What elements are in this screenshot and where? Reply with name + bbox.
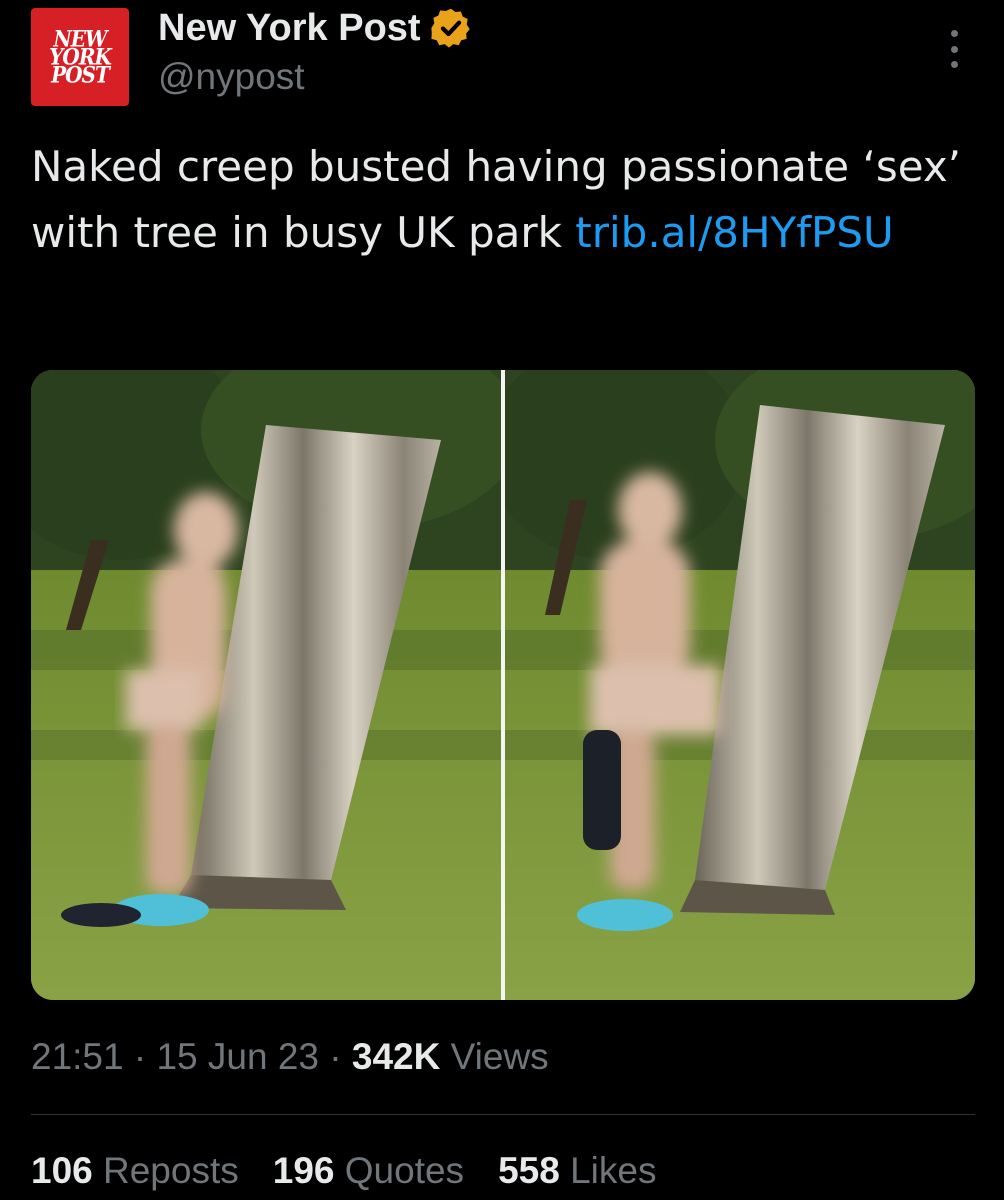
author-handle[interactable]: @nypost [158, 56, 305, 98]
author-display-name[interactable]: New York Post [158, 6, 473, 50]
reposts-count: 106 [31, 1150, 93, 1191]
divider [31, 1114, 975, 1115]
tweet-text: Naked creep busted having passionate ‘se… [31, 134, 971, 266]
likes-stat[interactable]: 558 Likes [498, 1150, 656, 1192]
reposts-label: Reposts [92, 1150, 239, 1191]
meta-separator: · [319, 1036, 352, 1077]
tweet-link[interactable]: trib.al/8HYfPSU [575, 208, 893, 257]
tweet-meta: 21:51 · 15 Jun 23 · 342K Views [31, 1036, 549, 1078]
photo-right[interactable] [485, 370, 975, 1000]
photo-left[interactable] [31, 370, 521, 1000]
tweet-time[interactable]: 21:51 [31, 1036, 124, 1077]
meta-separator: · [123, 1036, 157, 1077]
author-name-text: New York Post [158, 6, 421, 49]
avatar[interactable]: NEW YORK POST [31, 8, 129, 106]
media-grid [31, 370, 975, 1000]
avatar-logo-line: POST [51, 61, 110, 89]
likes-count: 558 [498, 1150, 560, 1191]
views-label: Views [440, 1036, 549, 1077]
verified-badge-icon [430, 8, 470, 48]
likes-label: Likes [559, 1150, 657, 1191]
quotes-label: Quotes [334, 1150, 465, 1191]
reposts-stat[interactable]: 106 Reposts [31, 1150, 239, 1192]
tweet-date[interactable]: 15 Jun 23 [156, 1036, 319, 1077]
quotes-count: 196 [272, 1150, 335, 1191]
views-count: 342K [351, 1036, 441, 1077]
quotes-stat[interactable]: 196 Quotes [273, 1150, 464, 1192]
photo-right-image [485, 370, 975, 1000]
more-options-icon[interactable] [944, 30, 964, 68]
photo-left-image [31, 370, 521, 1000]
engagement-stats: 106 Reposts 196 Quotes 558 Likes [31, 1150, 656, 1192]
